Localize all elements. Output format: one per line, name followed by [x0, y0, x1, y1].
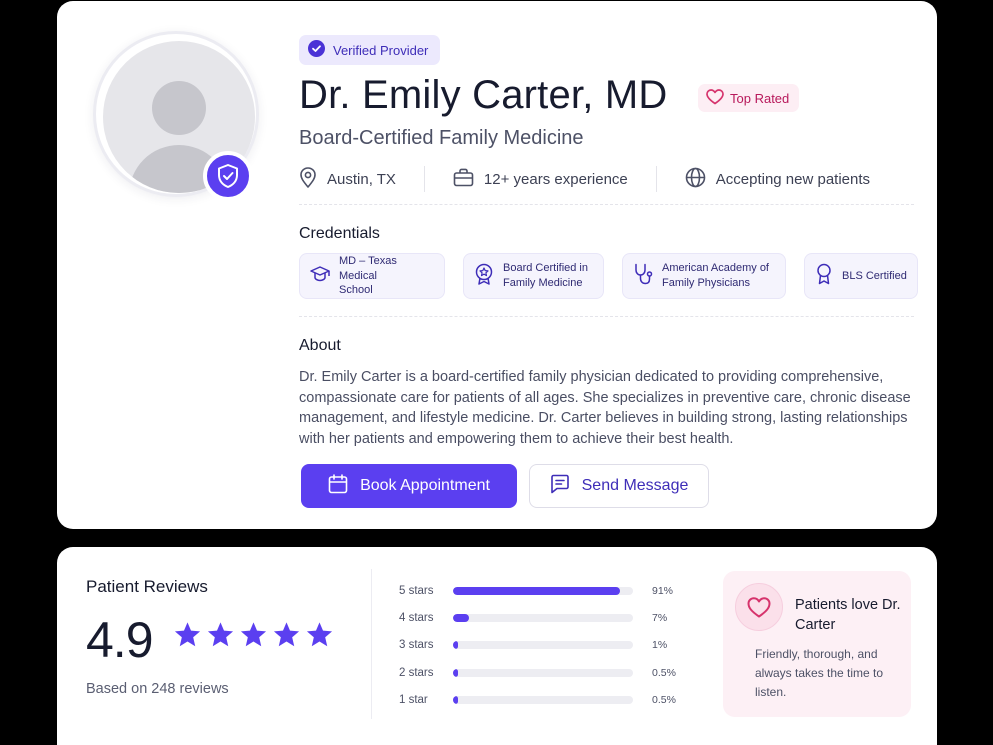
rating-bar-fill: [453, 586, 621, 595]
credential-item: BLS Certified: [804, 253, 918, 299]
rating-bar-track: [453, 586, 633, 595]
credential-item: Board Certified in Family Medicine: [463, 253, 604, 299]
rating-distribution: 5 stars 91% 4 stars 7% 3 stars 1% 2 star…: [399, 577, 676, 714]
badge-star-icon: [474, 263, 494, 290]
rating-row-2: 2 stars 0.5%: [399, 659, 676, 686]
avatar: [93, 31, 259, 207]
send-message-label: Send Message: [581, 477, 689, 494]
star-icon: [272, 621, 301, 654]
send-message-button[interactable]: Send Message: [529, 464, 709, 508]
rating-percent: 1%: [652, 639, 668, 652]
rating-label: 4 stars: [399, 612, 434, 625]
section-divider: [299, 204, 914, 205]
award-ribbon-icon: [815, 263, 833, 290]
rating-bar-fill: [453, 696, 459, 705]
verified-provider-badge: Verified Provider: [299, 35, 441, 65]
rating-bar-fill: [453, 668, 459, 677]
provider-profile-card: Verified Provider Dr. Emily Carter, MD T…: [57, 1, 937, 529]
credential-label: BLS Certified: [842, 269, 907, 282]
provider-specialty: Board-Certified Family Medicine: [299, 127, 584, 149]
rating-bar-track: [453, 668, 633, 677]
reviews-heading: Patient Reviews: [86, 577, 208, 596]
book-appointment-button[interactable]: Book Appointment: [301, 464, 517, 508]
meta-divider: [423, 166, 425, 192]
rating-row-4: 4 stars 7%: [399, 604, 676, 631]
calendar-icon: [328, 473, 348, 499]
star-icon: [206, 621, 235, 654]
location-info: Austin, TX: [299, 166, 396, 192]
patient-reviews-card: Patient Reviews 4.9 Based on 248 reviews…: [57, 547, 937, 745]
rating-row-1: 1 star 0.5%: [399, 687, 676, 714]
rating-label: 5 stars: [399, 584, 434, 597]
message-icon: [550, 474, 570, 499]
rating-percent: 91%: [652, 584, 674, 597]
shield-check-icon: [203, 151, 253, 201]
rating-bar-track: [453, 614, 633, 623]
rating-bar-track: [453, 641, 633, 650]
rating-label: 3 stars: [399, 639, 434, 652]
stethoscope-icon: [633, 263, 653, 290]
heart-icon: [706, 88, 724, 108]
reviews-divider: [371, 569, 372, 719]
top-rated-badge: Top Rated: [698, 84, 800, 112]
rating-stars: [173, 621, 334, 654]
check-circle-icon: [308, 40, 325, 60]
credential-item: American Academy of Family Physicians: [622, 253, 786, 299]
experience-info: 12+ years experience: [453, 168, 628, 191]
heart-icon: [735, 583, 783, 631]
rating-percent: 0.5%: [652, 666, 676, 679]
credentials-heading: Credentials: [299, 225, 380, 242]
rating-bar-track: [453, 696, 633, 705]
rating-percent: 0.5%: [652, 694, 676, 707]
about-heading: About: [299, 337, 341, 354]
rating-label: 1 star: [399, 694, 428, 707]
star-icon: [173, 621, 202, 654]
location-text: Austin, TX: [327, 170, 396, 188]
about-text: Dr. Emily Carter is a board-certified fa…: [299, 369, 911, 447]
credentials-list: MD – Texas Medical School Board Certifie…: [299, 253, 918, 299]
section-divider: [299, 316, 914, 317]
rating-label: 2 stars: [399, 666, 434, 679]
review-count: Based on 248 reviews: [86, 681, 229, 697]
experience-text: 12+ years experience: [483, 170, 628, 188]
book-appointment-label: Book Appointment: [360, 477, 490, 494]
map-pin-icon: [299, 166, 317, 192]
patients-love-highlight: Patients love Dr. Carter Friendly, thoro…: [723, 571, 911, 717]
provider-name: Dr. Emily Carter, MD: [299, 73, 668, 117]
briefcase-icon: [453, 168, 474, 191]
credential-label: Board Certified in Family Medicine: [503, 262, 588, 289]
credential-label: American Academy of Family Physicians: [662, 262, 769, 289]
star-icon: [305, 621, 334, 654]
star-icon: [239, 621, 268, 654]
rating-row-3: 3 stars 1%: [399, 632, 676, 659]
credential-label: MD – Texas Medical School: [339, 254, 397, 297]
credential-item: MD – Texas Medical School: [299, 253, 445, 299]
provider-meta-row: Austin, TX 12+ years experience Acceptin…: [299, 164, 870, 194]
highlight-text: Friendly, thorough, and always takes the…: [755, 647, 884, 699]
rating-percent: 7%: [652, 612, 668, 625]
rating-bar-fill: [453, 641, 459, 650]
highlight-title: Patients love Dr. Carter: [795, 597, 901, 633]
top-rated-label: Top Rated: [730, 90, 790, 106]
availability-info: Accepting new patients: [685, 167, 870, 192]
rating-row-5: 5 stars 91%: [399, 577, 676, 604]
graduation-cap-icon: [310, 265, 330, 288]
meta-divider: [655, 166, 657, 192]
rating-bar-fill: [453, 614, 470, 623]
average-rating: 4.9: [86, 612, 154, 668]
availability-text: Accepting new patients: [715, 170, 871, 188]
globe-icon: [685, 167, 706, 192]
verified-provider-label: Verified Provider: [333, 42, 429, 58]
